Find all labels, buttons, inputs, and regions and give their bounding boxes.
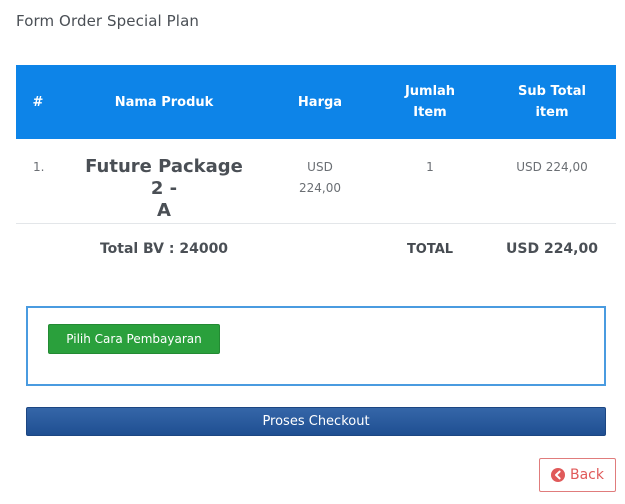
payment-method-box: Pilih Cara Pembayaran	[26, 306, 606, 386]
choose-payment-button[interactable]: Pilih Cara Pembayaran	[48, 324, 220, 354]
checkout-button[interactable]: Proses Checkout	[26, 407, 606, 436]
row-product-name-line1: Future Package 2 -	[85, 156, 243, 199]
order-table: # Nama Produk Harga Jumlah Item Sub Tota…	[16, 65, 616, 274]
row-price-line2: 224,00	[299, 181, 341, 195]
header-name: Nama Produk	[114, 94, 214, 110]
table-header: # Nama Produk Harga Jumlah Item Sub Tota…	[16, 65, 616, 139]
row-price: USD 224,00	[268, 139, 372, 223]
row-qty: 1	[426, 160, 434, 174]
row-no: 1.	[33, 160, 45, 174]
header-qty: Jumlah Item	[372, 81, 488, 123]
back-button[interactable]: Back	[539, 458, 616, 492]
total-bv: Total BV : 24000	[99, 241, 229, 257]
row-price-line1: USD	[307, 160, 333, 174]
total-value: USD 224,00	[506, 241, 598, 257]
header-subtotal-line1: Sub Total	[518, 84, 586, 99]
row-product-name-line2: A	[157, 200, 171, 221]
header-qty-line2: Item	[413, 105, 447, 120]
total-row: Total BV : 24000 TOTAL USD 224,00	[16, 224, 616, 274]
row-product-name: Future Package 2 - A	[60, 139, 268, 223]
header-qty-line1: Jumlah	[404, 84, 456, 99]
header-subtotal: Sub Total item	[488, 81, 616, 123]
page-title: Form Order Special Plan	[16, 12, 199, 30]
circle-arrow-left-icon	[551, 468, 565, 482]
total-label: TOTAL	[406, 241, 454, 257]
row-subtotal: USD 224,00	[516, 160, 588, 174]
order-page: Form Order Special Plan # Nama Produk Ha…	[0, 0, 625, 504]
header-price: Harga	[297, 94, 343, 110]
table-row: 1. Future Package 2 - A USD 224,00 1 USD…	[16, 139, 616, 224]
header-no: #	[32, 94, 44, 110]
back-label: Back	[570, 467, 604, 483]
header-subtotal-line2: item	[535, 105, 569, 120]
